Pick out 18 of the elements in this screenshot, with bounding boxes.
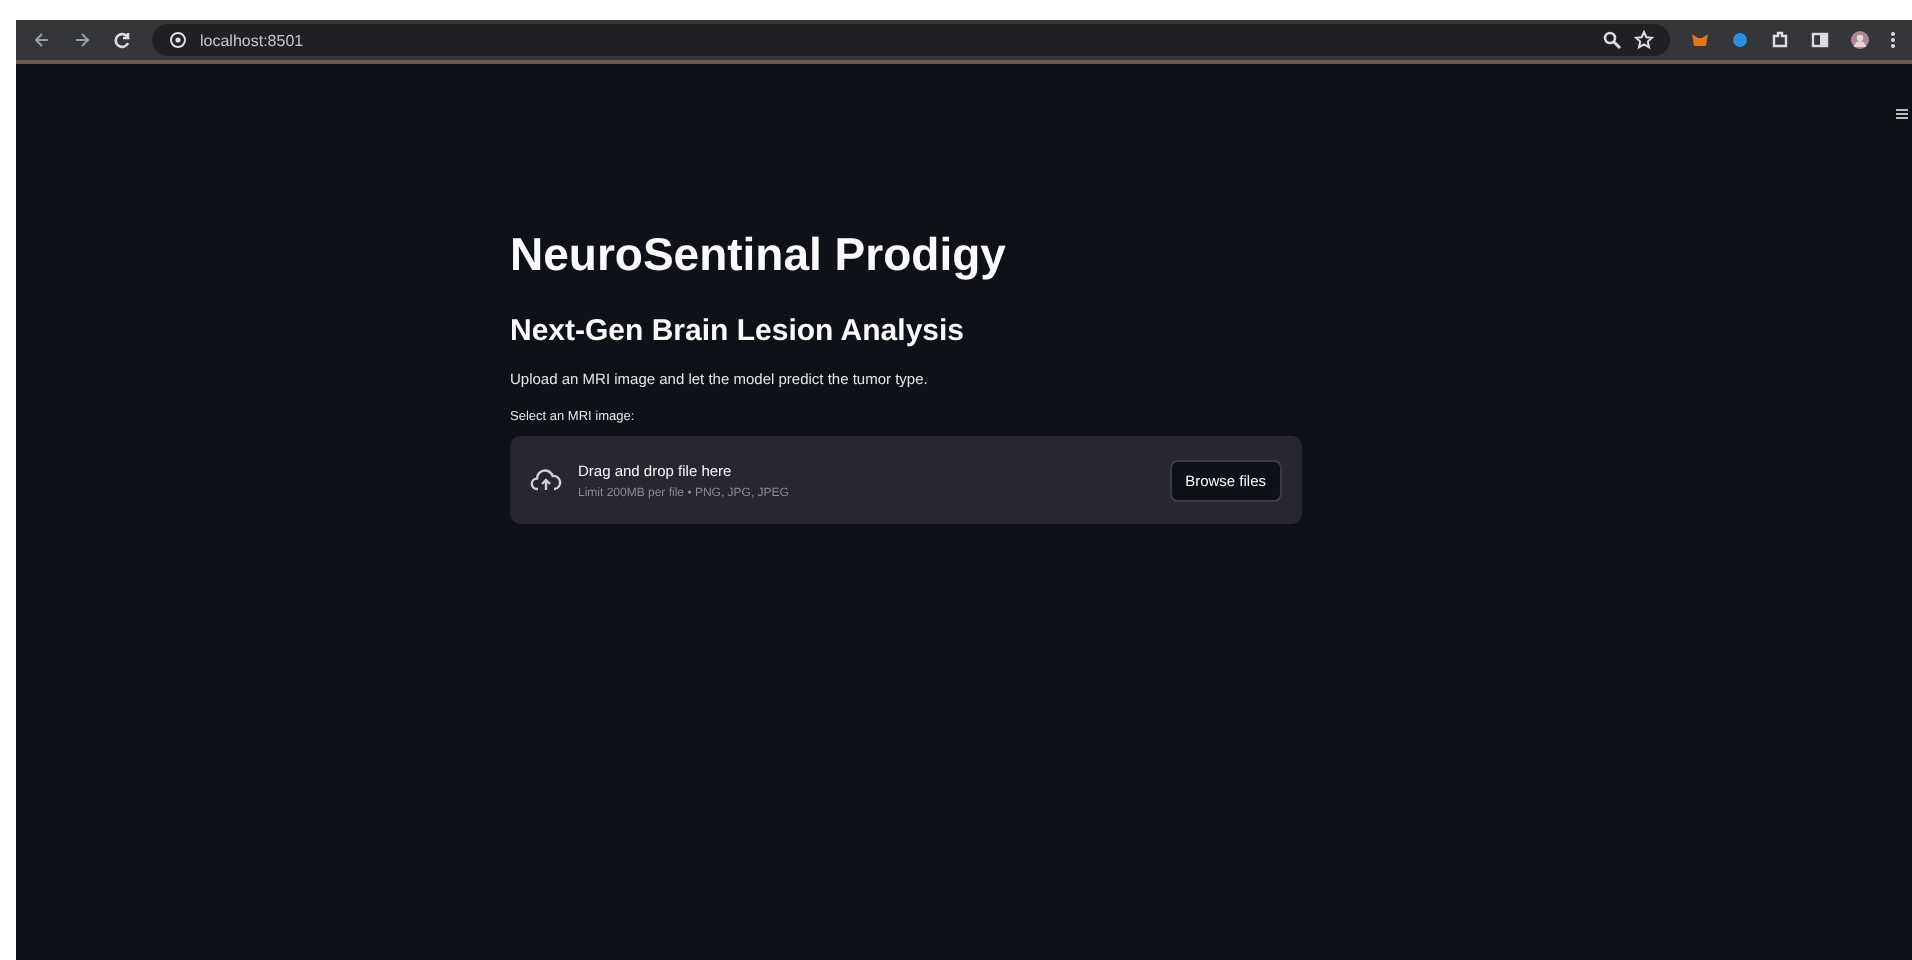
app-subtitle: Next-Gen Brain Lesion Analysis	[510, 314, 965, 348]
more-icon[interactable]	[1890, 30, 1896, 50]
url-text: localhost:8501	[200, 31, 304, 49]
fox-extension-icon[interactable]	[1690, 30, 1710, 50]
forward-icon[interactable]	[72, 30, 92, 50]
side-panel-icon[interactable]	[1810, 30, 1830, 50]
cloud-upload-icon	[530, 468, 562, 492]
back-icon[interactable]	[32, 30, 52, 50]
menu-icon[interactable]	[1896, 108, 1908, 120]
avatar-icon[interactable]	[1850, 30, 1870, 50]
star-icon[interactable]	[1634, 30, 1654, 50]
extension-icon[interactable]	[1730, 30, 1750, 50]
puzzle-icon[interactable]	[1770, 30, 1790, 50]
app-title: NeuroSentinal Prodigy	[510, 228, 1006, 282]
zoom-icon[interactable]	[1602, 30, 1622, 50]
address-bar[interactable]: localhost:8501	[152, 24, 1670, 56]
reload-icon[interactable]	[112, 30, 132, 50]
site-info-icon[interactable]	[168, 30, 188, 50]
